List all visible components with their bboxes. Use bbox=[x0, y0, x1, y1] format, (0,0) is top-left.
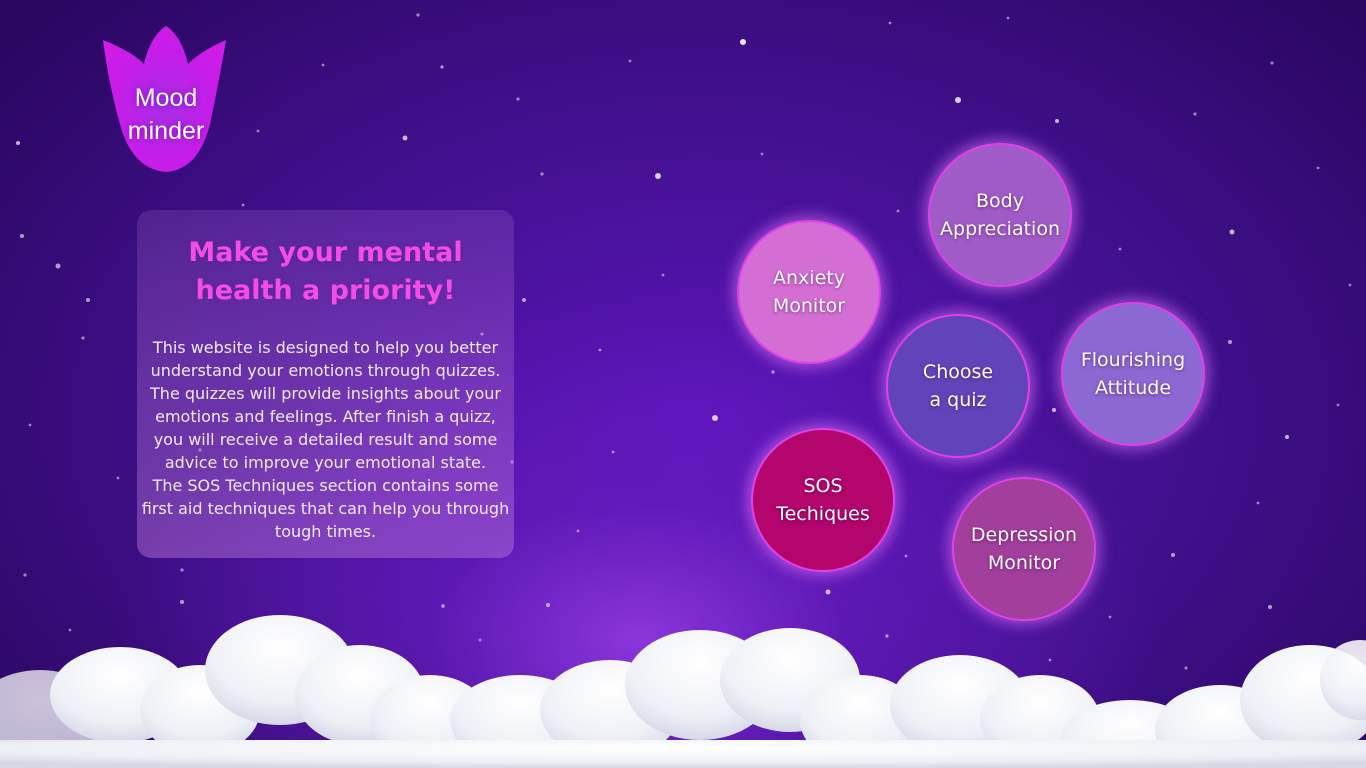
sos-techniques-label-line-1: SOS bbox=[803, 475, 843, 497]
anxiety-monitor-label-line-1: Anxiety bbox=[773, 267, 845, 289]
flourishing-attitude-label: Flourishing Attitude bbox=[1081, 346, 1185, 402]
intro-description: This website is designed to help you bet… bbox=[137, 336, 514, 543]
body-appreciation-label: Body Appreciation bbox=[940, 187, 1060, 243]
choose-quiz-label-line-2: a quiz bbox=[929, 389, 987, 411]
intro-line: first aid techniques that can help you t… bbox=[141, 499, 510, 518]
intro-line: The quizzes will provide insights about … bbox=[150, 384, 501, 403]
moodminder-logo[interactable]: Mood minder bbox=[100, 24, 230, 174]
intro-line: tough times. bbox=[274, 522, 377, 541]
intro-title-line-1: Make your mental bbox=[188, 237, 463, 268]
depression-monitor-label-line-2: Monitor bbox=[987, 552, 1061, 574]
depression-monitor-label-line-1: Depression bbox=[970, 524, 1078, 546]
body-appreciation-label-line-1: Body bbox=[976, 190, 1024, 212]
intro-line: advice to improve your emotional state. bbox=[164, 453, 487, 472]
body-appreciation-label-line-2: Appreciation bbox=[940, 218, 1060, 240]
intro-title-line-2: health a priority! bbox=[195, 275, 456, 306]
anxiety-monitor-label: Anxiety Monitor bbox=[773, 264, 845, 320]
intro-line: This website is designed to help you bet… bbox=[152, 338, 499, 357]
clouds-decoration bbox=[0, 600, 1366, 768]
intro-line: understand your emotions through quizzes… bbox=[150, 361, 501, 380]
flourishing-attitude-label-line-2: Attitude bbox=[1094, 377, 1172, 399]
sos-techniques-button[interactable]: SOS Techiques bbox=[751, 428, 895, 572]
intro-title: Make your mental health a priority! bbox=[137, 234, 514, 310]
anxiety-monitor-label-line-2: Monitor bbox=[772, 295, 846, 317]
flourishing-attitude-quiz-button[interactable]: Flourishing Attitude bbox=[1061, 302, 1205, 446]
depression-monitor-label: Depression Monitor bbox=[971, 521, 1077, 577]
logo-line-minder: minder bbox=[127, 117, 205, 145]
intro-line: The SOS Techniques section contains some bbox=[152, 476, 499, 495]
choose-quiz-label: Choose a quiz bbox=[923, 358, 993, 414]
logo-text: Mood minder bbox=[100, 82, 232, 148]
logo-line-mood: Mood bbox=[134, 84, 198, 112]
intro-line: emotions and feelings. After finish a qu… bbox=[155, 407, 496, 426]
choose-quiz-button[interactable]: Choose a quiz bbox=[886, 314, 1030, 458]
body-appreciation-quiz-button[interactable]: Body Appreciation bbox=[928, 143, 1072, 287]
sos-techniques-label: SOS Techiques bbox=[776, 472, 870, 528]
sos-techniques-label-line-2: Techiques bbox=[776, 503, 870, 525]
home-page: Mood minder Make your mental health a pr… bbox=[0, 0, 1366, 768]
choose-quiz-label-line-1: Choose bbox=[922, 361, 994, 383]
intro-card: Make your mental health a priority! This… bbox=[137, 210, 514, 558]
flourishing-attitude-label-line-1: Flourishing bbox=[1080, 349, 1186, 371]
anxiety-monitor-quiz-button[interactable]: Anxiety Monitor bbox=[737, 220, 881, 364]
intro-line: you will receive a detailed result and s… bbox=[153, 430, 498, 449]
